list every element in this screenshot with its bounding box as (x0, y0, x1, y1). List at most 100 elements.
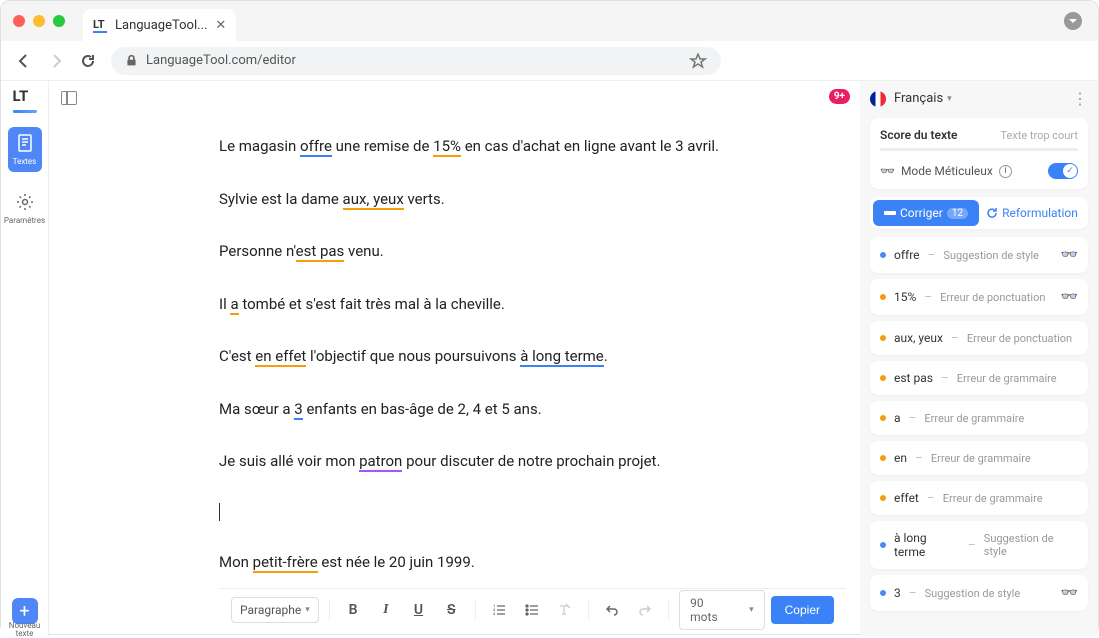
severity-dot (880, 590, 886, 596)
right-panel: Français▾ ⋮ Score du texte Texte trop co… (860, 81, 1098, 636)
suggestion-item[interactable]: 3–Suggestion de style👓 (870, 575, 1088, 611)
info-icon[interactable]: i (999, 165, 1012, 178)
suggestion-type: Erreur de ponctuation (967, 332, 1072, 345)
chevron-down-icon: ▾ (305, 605, 310, 615)
maximize-window[interactable] (53, 15, 65, 27)
notification-badge[interactable]: 9+ (829, 89, 850, 104)
forward-button[interactable] (47, 52, 65, 70)
severity-dot (880, 335, 886, 341)
redo-button[interactable] (631, 596, 658, 624)
highlighted-text[interactable]: patron (359, 452, 402, 472)
language-select[interactable]: Français▾ (894, 91, 1064, 106)
paragraph[interactable]: Le magasin offre une remise de 15% en ca… (219, 135, 820, 158)
bookmark-star-icon[interactable] (689, 53, 707, 69)
highlighted-text[interactable]: à long terme (520, 347, 604, 367)
editor-body[interactable]: Le magasin offre une remise de 15% en ca… (49, 115, 860, 588)
suggestion-word: offre (894, 248, 920, 262)
copy-button[interactable]: Copier (771, 596, 834, 624)
bottom-toolbar: Paragraphe▾ B I U S 123 90 mots▾ Copier (219, 588, 846, 630)
suggestion-item[interactable]: effet–Erreur de grammaire (870, 481, 1088, 515)
paragraph[interactable]: Ma sœur a 3 enfants en bas-âge de 2, 4 e… (219, 398, 820, 421)
highlighted-text[interactable]: en effet (255, 347, 306, 367)
severity-dot (880, 542, 886, 548)
undo-button[interactable] (599, 596, 626, 624)
divider (668, 600, 669, 620)
minimize-window[interactable] (33, 15, 45, 27)
italic-button[interactable]: I (372, 596, 399, 624)
paragraph[interactable]: Je suis allé voir mon patron pour discut… (219, 450, 820, 473)
highlighted-text[interactable]: aux, yeux (343, 190, 404, 210)
mode-label: Mode Méticuleux (901, 164, 993, 178)
bold-button[interactable]: B (340, 596, 367, 624)
highlighted-text[interactable]: petit-frère (253, 553, 318, 573)
highlighted-text[interactable]: 15% (433, 137, 461, 157)
paragraph[interactable]: Il a tombé et s'est fait très mal à la c… (219, 293, 820, 316)
suggestion-word: aux, yeux (894, 331, 943, 345)
wordcount-select[interactable]: 90 mots▾ (679, 590, 764, 630)
severity-dot (880, 495, 886, 501)
new-text-label: Nouveau texte (9, 622, 41, 638)
url-field[interactable]: LanguageTool.com/editor (111, 47, 721, 75)
window-titlebar: LT LanguageTool... ✕ (1, 1, 1098, 41)
app-logo[interactable]: LT (13, 89, 37, 109)
divider (329, 600, 330, 620)
highlighted-text[interactable]: est pas (296, 242, 345, 262)
suggestion-item[interactable]: offre–Suggestion de style👓 (870, 237, 1088, 273)
suggestion-word: est pas (894, 371, 933, 385)
suggestion-item[interactable]: est pas–Erreur de grammaire (870, 361, 1088, 395)
suggestion-item[interactable]: 15%–Erreur de ponctuation👓 (870, 279, 1088, 315)
highlighted-text[interactable]: offre (300, 137, 332, 157)
tab-corriger[interactable]: Corriger 12 (873, 200, 979, 226)
suggestion-word: à long terme (894, 531, 960, 559)
document-icon (15, 133, 35, 153)
underline-button[interactable]: U (405, 596, 432, 624)
left-sidebar: LT Textes Paramètres + Nouveau texte (1, 81, 49, 636)
divider (588, 600, 589, 620)
suggestion-item[interactable]: aux, yeux–Erreur de ponctuation (870, 321, 1088, 355)
score-bar (880, 148, 1078, 151)
severity-dot (880, 455, 886, 461)
sidebar-item-textes[interactable]: Textes (8, 127, 42, 172)
suggestion-word: a (894, 411, 901, 425)
strikethrough-button[interactable]: S (438, 596, 465, 624)
paragraph[interactable]: C'est en effet l'objectif que nous pours… (219, 345, 820, 368)
suggestion-type: Suggestion de style (943, 249, 1039, 262)
close-window[interactable] (13, 15, 25, 27)
severity-dot (880, 375, 886, 381)
suggestion-type: Erreur de ponctuation (940, 291, 1045, 304)
tab-reformulation[interactable]: Reformulation (979, 200, 1085, 226)
severity-dot (880, 415, 886, 421)
clear-format-button[interactable] (551, 596, 578, 624)
glasses-icon: 👓 (1061, 585, 1078, 601)
ordered-list-button[interactable]: 123 (486, 596, 513, 624)
gear-icon (15, 192, 35, 212)
score-value: Texte trop court (1000, 129, 1078, 142)
close-tab-icon[interactable]: ✕ (215, 18, 226, 33)
main-area: LT Textes Paramètres + Nouveau texte 9+ … (1, 81, 1098, 636)
chevron-down-icon: ▾ (749, 605, 754, 615)
mode-toggle[interactable] (1048, 163, 1078, 179)
browser-tab[interactable]: LT LanguageTool... ✕ (83, 9, 236, 41)
highlighted-text[interactable]: 3 (294, 400, 302, 420)
suggestion-type: Suggestion de style (925, 587, 1021, 600)
unordered-list-button[interactable] (518, 596, 545, 624)
lock-icon (125, 54, 138, 67)
sidebar-item-parametres[interactable]: Paramètres (8, 186, 42, 231)
url-text: LanguageTool.com/editor (146, 53, 296, 68)
suggestion-item[interactable]: en–Erreur de grammaire (870, 441, 1088, 475)
browser-menu-icon[interactable] (1064, 12, 1082, 30)
paragraph[interactable]: Sylvie est la dame aux, yeux verts. (219, 188, 820, 211)
glasses-icon: 👓 (880, 164, 895, 178)
highlighted-text[interactable]: a (230, 295, 238, 315)
paragraph[interactable]: Mon petit-frère est née le 20 juin 1999. (219, 551, 820, 574)
format-select[interactable]: Paragraphe▾ (231, 597, 319, 623)
suggestion-item[interactable]: a–Erreur de grammaire (870, 401, 1088, 435)
suggestion-item[interactable]: à long terme–Suggestion de style (870, 521, 1088, 569)
reload-button[interactable] (79, 52, 97, 70)
panel-menu-icon[interactable]: ⋮ (1072, 89, 1088, 108)
back-button[interactable] (15, 52, 33, 70)
tab-title: LanguageTool... (115, 18, 207, 33)
suggestion-type: Erreur de grammaire (957, 372, 1057, 385)
paragraph[interactable]: Personne n'est pas venu. (219, 240, 820, 263)
panel-toggle-icon[interactable] (61, 91, 77, 105)
